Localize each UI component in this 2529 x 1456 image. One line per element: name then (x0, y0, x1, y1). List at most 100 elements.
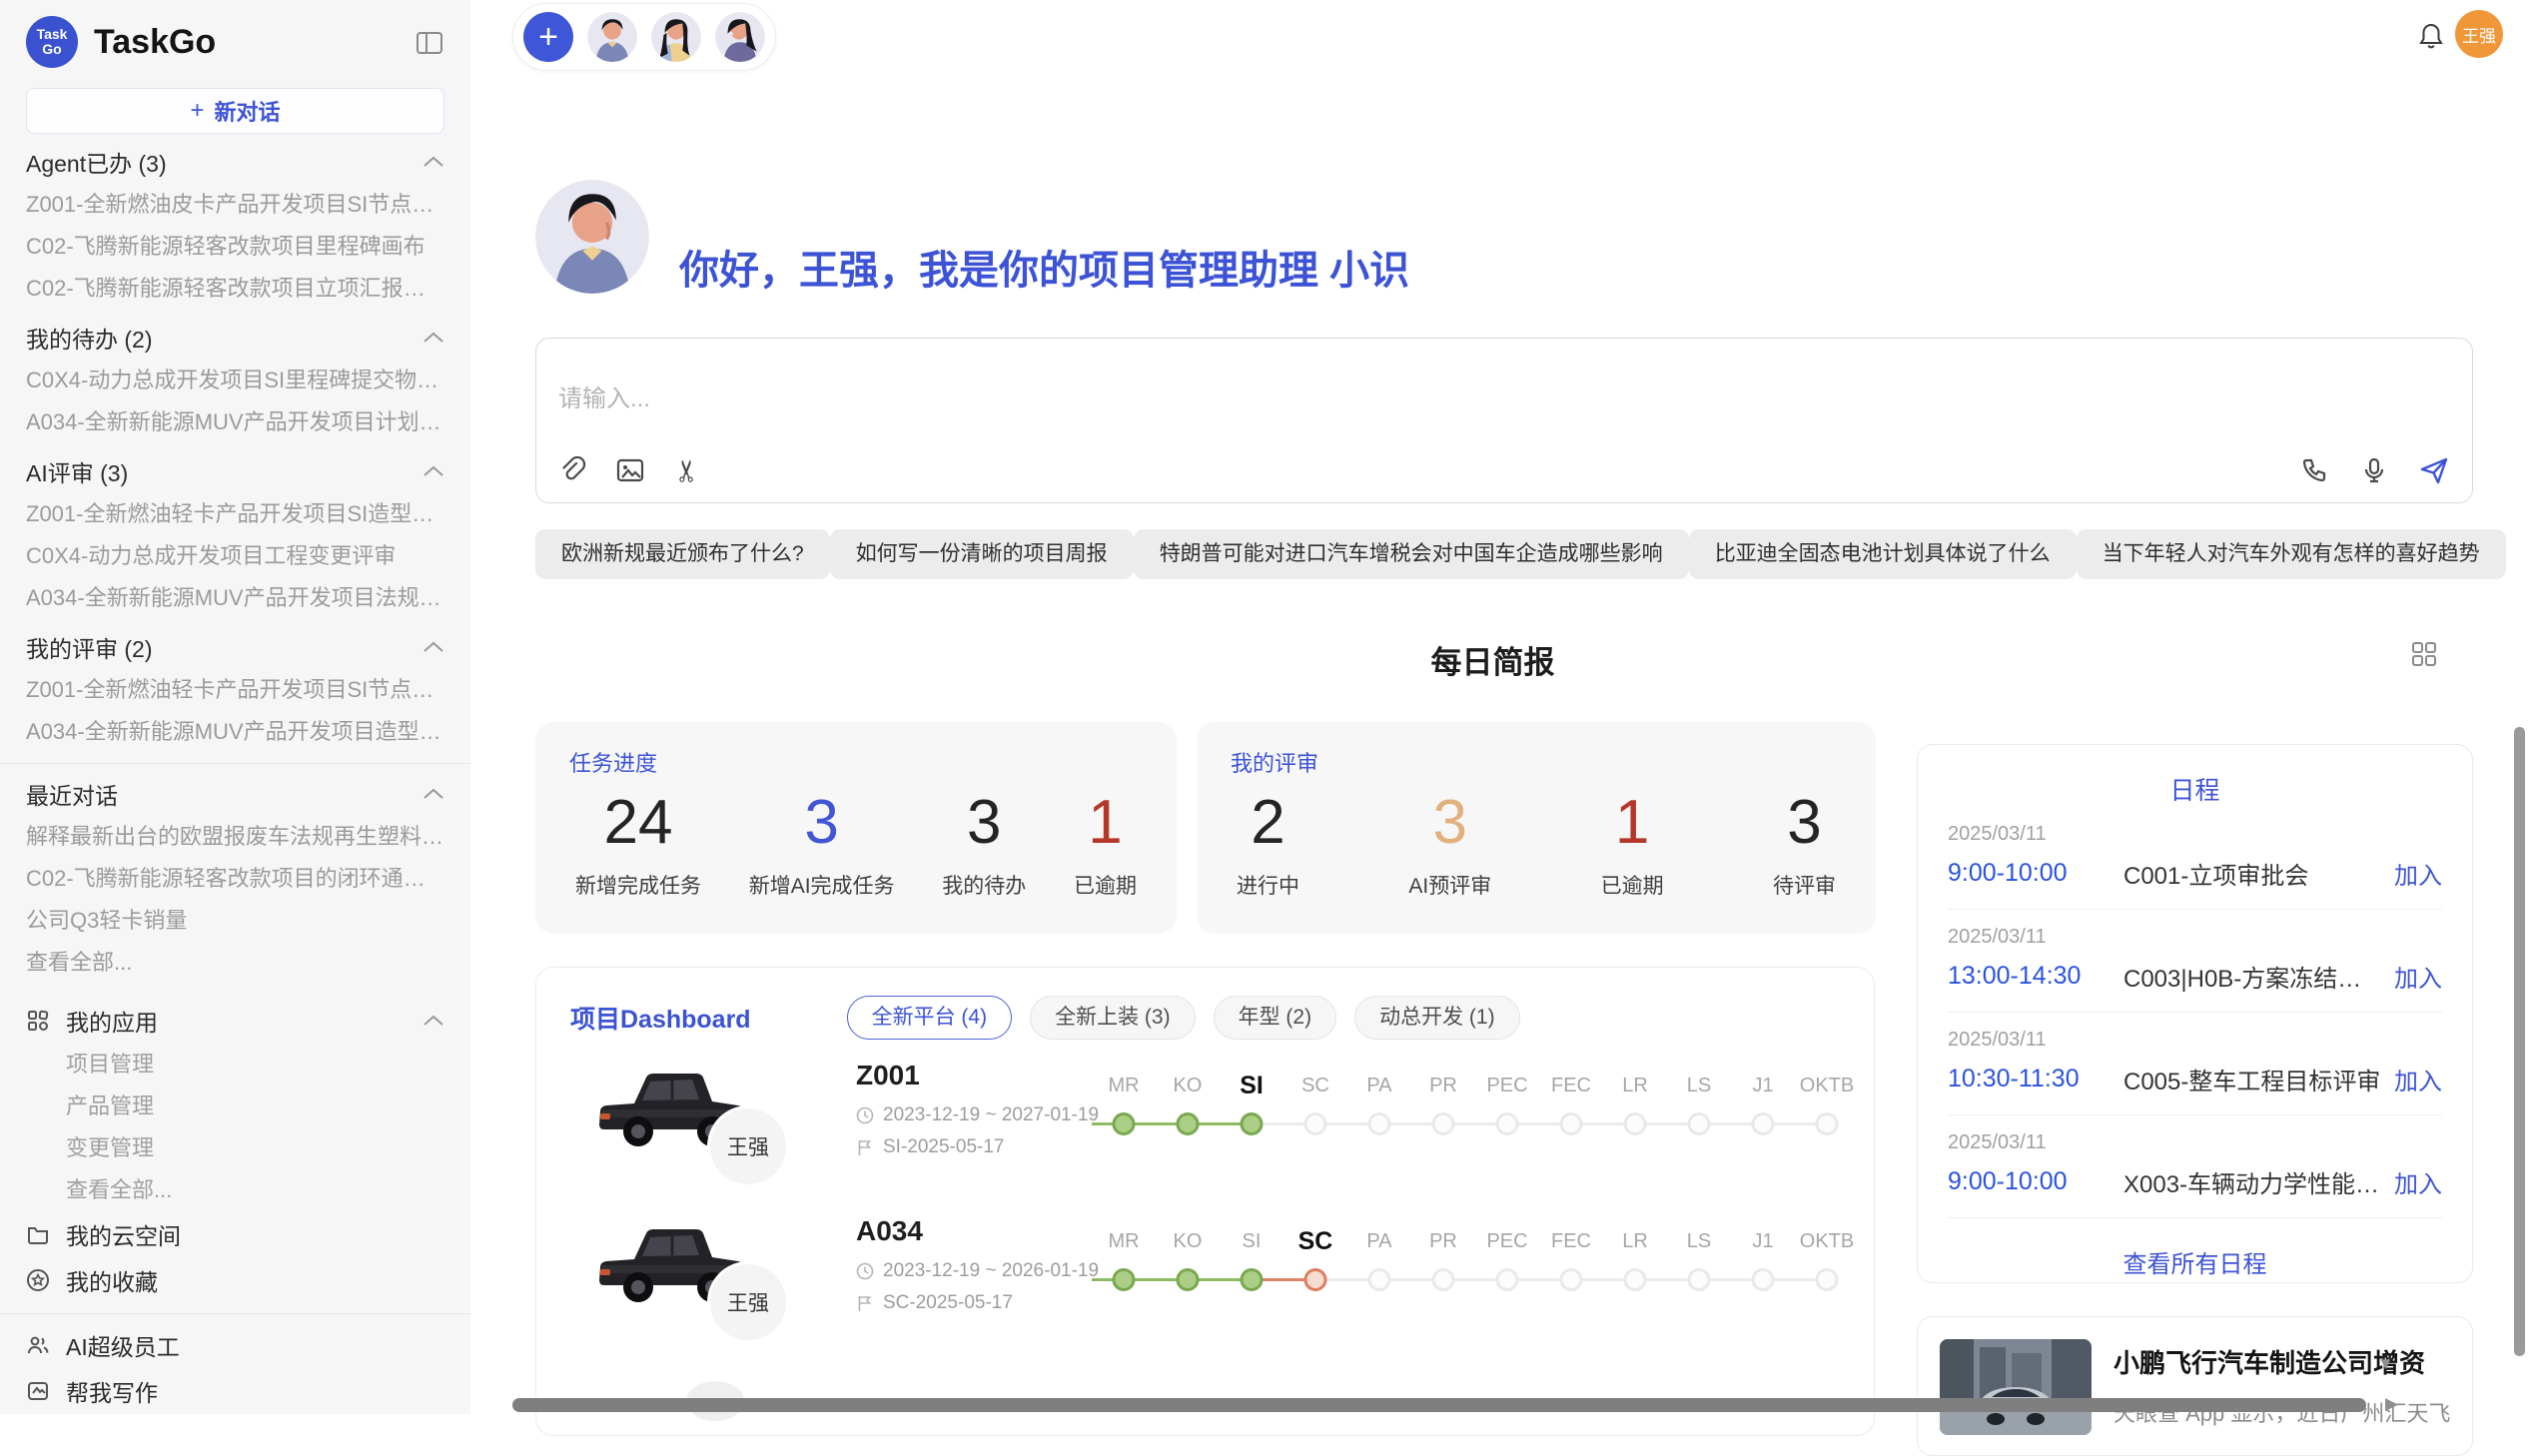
project-row-a034[interactable]: 王强 A034 2023-12-19 ~ 2026-01-19 SC-2025-… (572, 1209, 1851, 1359)
new-chat-button[interactable]: + 新对话 (26, 88, 444, 134)
daily-briefing-title: 每日简报 (512, 637, 2473, 682)
milestone-label: PEC (1475, 1223, 1539, 1259)
tab-all-new-body[interactable]: 全新上装 (3) (1030, 996, 1196, 1040)
user-avatar[interactable]: 王强 (2455, 10, 2503, 58)
assistant-avatar-3[interactable] (715, 12, 765, 62)
milestone-node-pending (1432, 1268, 1455, 1291)
milestone-node-done (1113, 1112, 1136, 1135)
tab-all-new-platform[interactable]: 全新平台 (4) (847, 996, 1013, 1040)
milestone-label: SC (1283, 1068, 1347, 1103)
stat-pending-review: 3 待评审 (1773, 786, 1836, 900)
sidebar-item-favorites[interactable]: 我的收藏 (26, 1257, 444, 1303)
clock-icon (856, 1106, 874, 1124)
sidebar-item[interactable]: A034-全新新能源MUV产品开发项目造型可行性评审 (26, 711, 444, 753)
join-button[interactable]: 加入 (2394, 856, 2442, 891)
layout-grid-icon[interactable] (2411, 641, 2437, 667)
stat-ai-pre-review: 3 AI预评审 (1408, 786, 1491, 900)
section-title: 最近对话 (26, 777, 118, 811)
recent-item[interactable]: 公司Q3轻卡销量 (26, 900, 444, 942)
scroll-right-arrow[interactable]: ▶ (2385, 1394, 2398, 1414)
app-item-project-mgmt[interactable]: 项目管理 (26, 1044, 444, 1086)
dashboard-title: 项目Dashboard (570, 1000, 751, 1036)
schedule-time: 13:00-14:30 (1948, 962, 2123, 991)
milestone-node-done (1177, 1268, 1200, 1291)
notification-bell-icon[interactable] (2417, 22, 2445, 50)
sidebar-item-cloud-space[interactable]: 我的云空间 (26, 1211, 444, 1257)
suggestion-chip[interactable]: 如何写一份清晰的项目周报 (830, 529, 1134, 579)
suggestion-chip[interactable]: 当下年轻人对汽车外观有怎样的喜好趋势 (2077, 529, 2506, 579)
sidebar-item[interactable]: Z001-全新燃油皮卡产品开发项目SI节点Lesson Learn报告 (26, 184, 444, 226)
attachment-icon[interactable] (556, 454, 588, 486)
join-button[interactable]: 加入 (2394, 1062, 2442, 1096)
milestone-node-pending (1496, 1268, 1519, 1291)
dashboard-tabs: 全新平台 (4) 全新上装 (3) 年型 (2) 动总开发 (1) (847, 996, 1520, 1040)
sidebar-item[interactable]: Z001-全新燃油轻卡产品开发项目SI节点属性5D文件评审 (26, 669, 444, 711)
tab-powertrain-dev[interactable]: 动总开发 (1) (1354, 996, 1520, 1040)
sidebar-item-help-writing[interactable]: 帮我写作 (26, 1368, 444, 1414)
chevron-up-icon (422, 788, 444, 800)
sidebar-item[interactable]: C02-飞腾新能源轻客改款项目里程碑画布 (26, 226, 444, 268)
image-icon[interactable] (614, 454, 646, 486)
tab-year-model[interactable]: 年型 (2) (1214, 996, 1337, 1040)
section-header-my-review[interactable]: 我的评审 (2) (26, 625, 444, 669)
app-item-product-mgmt[interactable]: 产品管理 (26, 1086, 444, 1127)
chevron-up-icon (422, 465, 444, 477)
news-title: 小鹏飞行汽车制造公司增资 (2113, 1343, 2450, 1380)
recent-item[interactable]: 解释最新出台的欧盟报废车法规再生塑料比例被调至15%... (26, 816, 444, 858)
schedule-event-title: C005-整车工程目标评审 (2123, 1062, 2382, 1096)
assistant-avatar-2[interactable] (651, 12, 701, 62)
section-header-ai-review[interactable]: AI评审 (3) (26, 449, 444, 493)
suggestion-chip[interactable]: 欧洲新规最近颁布了什么? (535, 529, 830, 579)
sidebar-item[interactable]: A034-全新新能源MUV产品开发项目计划变更表编写 (26, 401, 444, 443)
plus-icon: + (190, 97, 204, 125)
sidebar-item[interactable]: Z001-全新燃油轻卡产品开发项目SI造型提交物评审 (26, 493, 444, 535)
sidebar-item[interactable]: C02-飞腾新能源轻客改款项目立项汇报方案 (26, 268, 444, 310)
section-header-my-todo[interactable]: 我的待办 (2) (26, 316, 444, 360)
assistant-avatar-1[interactable] (587, 12, 637, 62)
scissors-icon[interactable]: ✂ (672, 454, 704, 486)
schedule-date: 2025/03/11 (1948, 926, 2442, 949)
horizontal-scrollbar-thumb[interactable] (512, 1398, 2366, 1412)
milestone-label: FEC (1539, 1068, 1603, 1103)
milestone-label: PEC (1475, 1068, 1539, 1103)
schedule-item: 2025/03/11 13:00-14:30 C003|H0B-方案冻结评审 加… (1948, 910, 2442, 1013)
milestone-node-pending (1432, 1112, 1455, 1135)
project-dates: 2023-12-19 ~ 2026-01-19 (883, 1260, 1099, 1282)
stat-in-progress: 2 进行中 (1237, 786, 1299, 900)
news-card[interactable]: 小鹏飞行汽车制造公司增资 天眼查 App 显示，近日广州汇天飞行汽... (1917, 1316, 2473, 1456)
milestone-node-pending (1624, 1112, 1647, 1135)
suggestion-chip[interactable]: 特朗普可能对进口汽车增税会对中国车企造成哪些影响 (1134, 529, 1689, 579)
add-assistant-button[interactable]: + (523, 12, 573, 62)
section-header-agent-done[interactable]: Agent已办 (3) (26, 140, 444, 184)
sidebar-header: Task Go TaskGo (26, 14, 444, 70)
suggestion-chip[interactable]: 比亚迪全固态电池计划具体说了什么 (1689, 529, 2077, 579)
phone-icon[interactable] (2298, 454, 2330, 486)
sidebar-item[interactable]: A034-全新新能源MUV产品开发项目法规符合性评审 (26, 577, 444, 619)
apps-view-all[interactable]: 查看全部... (26, 1169, 444, 1211)
chevron-up-icon (422, 1015, 444, 1027)
view-all-schedule-link[interactable]: 查看所有日程 (1948, 1244, 2442, 1279)
join-button[interactable]: 加入 (2394, 959, 2442, 994)
project-name: A034 (856, 1215, 1099, 1247)
sidebar-collapse-icon[interactable] (415, 28, 444, 58)
flag-icon (856, 1294, 874, 1312)
vertical-scrollbar-thumb[interactable] (2514, 727, 2525, 1356)
sidebar-item[interactable]: C0X4-动力总成开发项目SI里程碑提交物检查 (26, 360, 444, 401)
send-icon[interactable] (2418, 454, 2450, 486)
ai-super-staff-label: AI超级员工 (66, 1328, 180, 1362)
scroll-down-arrow[interactable]: ▼ (2377, 1354, 2394, 1374)
section-header-recent[interactable]: 最近对话 (26, 772, 444, 816)
recent-item[interactable]: C02-飞腾新能源轻客改款项目的闭环通告反馈情况 (26, 858, 444, 900)
project-row-z001[interactable]: 王强 Z001 2023-12-19 ~ 2027-01-19 SI-2025-… (572, 1054, 1851, 1203)
microphone-icon[interactable] (2358, 454, 2390, 486)
recent-view-all[interactable]: 查看全部... (26, 942, 444, 984)
app-item-change-mgmt[interactable]: 变更管理 (26, 1127, 444, 1169)
sidebar-item-my-apps[interactable]: 我的应用 (26, 998, 444, 1044)
schedule-event-title: C003|H0B-方案冻结评审 (2123, 959, 2382, 994)
milestone-node-done (1113, 1268, 1136, 1291)
join-button[interactable]: 加入 (2394, 1164, 2442, 1199)
chat-input[interactable] (556, 384, 1759, 414)
sidebar-item[interactable]: C0X4-动力总成开发项目工程变更评审 (26, 535, 444, 577)
milestone-label: SI (1220, 1223, 1283, 1259)
sidebar-item-ai-super-staff[interactable]: AI超级员工 (26, 1322, 444, 1368)
